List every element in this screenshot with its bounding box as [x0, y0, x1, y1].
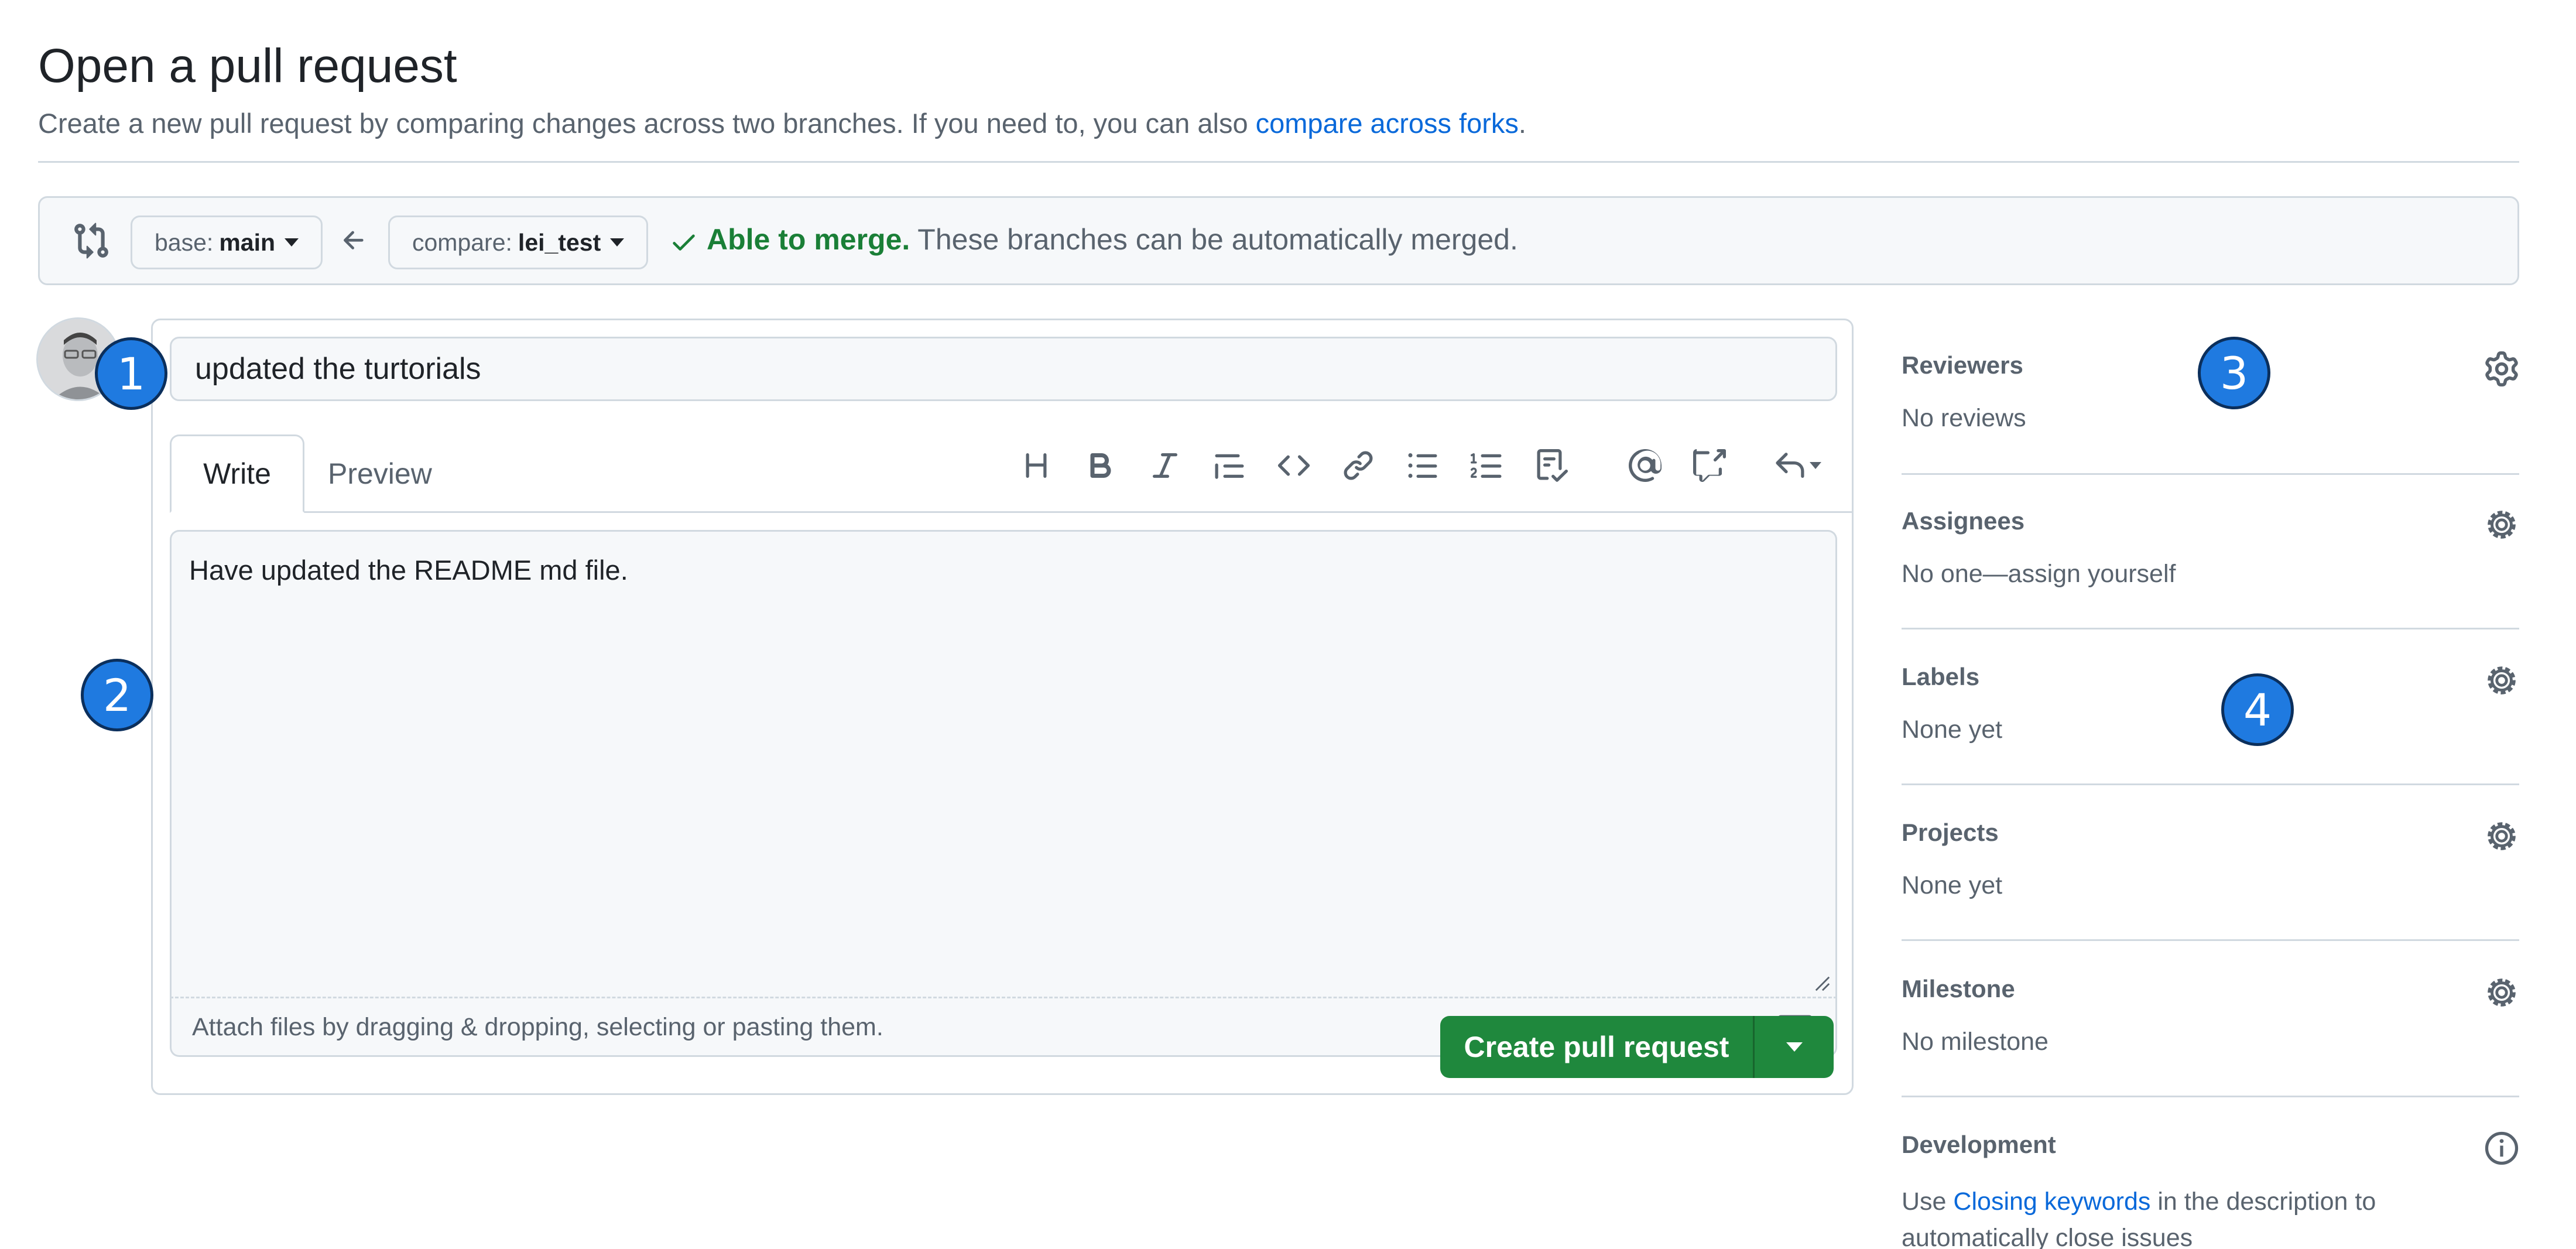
unordered-list-icon[interactable] — [1402, 445, 1443, 486]
gear-icon[interactable] — [2484, 663, 2519, 698]
git-compare-icon — [74, 223, 108, 259]
header-divider — [38, 161, 2519, 163]
page-title: Open a pull request — [38, 39, 457, 93]
chevron-down-icon — [610, 238, 625, 247]
annotation-badge-3: 3 — [2198, 337, 2270, 409]
ordered-list-icon[interactable] — [1467, 445, 1508, 486]
gear-icon[interactable] — [2484, 819, 2519, 854]
gear-icon[interactable] — [2484, 507, 2519, 542]
info-icon[interactable] — [2484, 1131, 2519, 1166]
annotation-badge-2: 2 — [81, 659, 153, 731]
chevron-down-icon — [1810, 462, 1821, 469]
sidebar-projects[interactable]: Projects None yet — [1902, 819, 2519, 936]
sidebar-development: Development Use Closing keywords in the … — [1902, 1131, 2519, 1249]
create-options-dropdown[interactable] — [1755, 1016, 1834, 1078]
sidebar-divider — [1902, 939, 2519, 941]
sidebar-title: Reviewers — [1902, 351, 2023, 379]
compare-forks-link[interactable]: compare across forks — [1256, 108, 1519, 139]
chevron-down-icon — [285, 238, 299, 247]
compare-bar: base: main compare: lei_test Able to merge… — [38, 196, 2519, 285]
development-description: Use Closing keywords in the description … — [1902, 1188, 2376, 1249]
reference-icon[interactable] — [1689, 445, 1730, 486]
sidebar-divider — [1902, 628, 2519, 629]
check-icon — [673, 234, 695, 251]
sidebar-title: Assignees — [1902, 507, 2025, 535]
sidebar-title: Milestone — [1902, 975, 2015, 1002]
sidebar-value: None yet — [1902, 716, 2003, 744]
resize-handle-icon[interactable] — [1814, 976, 1831, 992]
sidebar-assignees[interactable]: Assignees No one—assign yourself — [1902, 507, 2519, 624]
sidebar-divider — [1902, 1096, 2519, 1097]
pr-body-text[interactable]: Have updated the README md file. — [189, 554, 628, 586]
sidebar-value: No reviews — [1902, 404, 2026, 432]
pr-body-textarea[interactable]: Have updated the README md file. — [170, 530, 1837, 998]
sidebar-title: Projects — [1902, 819, 1999, 846]
bold-icon[interactable] — [1080, 445, 1121, 486]
annotation-badge-1: 1 — [95, 337, 167, 410]
sidebar-value: None yet — [1902, 871, 2003, 899]
italic-icon[interactable] — [1145, 445, 1186, 486]
sidebar-title: Labels — [1902, 663, 1980, 690]
code-icon[interactable] — [1273, 445, 1314, 486]
sidebar-milestone[interactable]: Milestone No milestone — [1902, 975, 2519, 1092]
attach-files-hint: Attach files by dragging & dropping, sel… — [192, 1013, 883, 1041]
sidebar-value[interactable]: No one—assign yourself — [1902, 560, 2176, 588]
page-subtitle: Create a new pull request by comparing c… — [38, 108, 1526, 139]
mention-icon[interactable] — [1625, 445, 1666, 486]
pr-title-input[interactable] — [170, 337, 1837, 401]
sidebar-title: Development — [1902, 1131, 2056, 1158]
chevron-down-icon — [1786, 1042, 1803, 1052]
undo-icon[interactable] — [1762, 445, 1832, 486]
gear-icon[interactable] — [2484, 351, 2519, 386]
base-branch-button[interactable]: base: main — [131, 215, 323, 269]
task-list-icon[interactable] — [1531, 445, 1572, 486]
closing-keywords-link[interactable]: Closing keywords — [1953, 1188, 2150, 1216]
arrow-left-icon — [344, 231, 364, 249]
sidebar-divider — [1902, 783, 2519, 785]
tab-write[interactable]: Write — [170, 434, 304, 513]
create-pull-request-button[interactable]: Create pull request — [1440, 1016, 1834, 1078]
sidebar-labels[interactable]: Labels None yet — [1902, 663, 2519, 780]
heading-icon[interactable] — [1016, 445, 1057, 486]
merge-status: Able to merge. These branches can be aut… — [669, 223, 1518, 256]
sidebar-value: No milestone — [1902, 1028, 2049, 1056]
sidebar-divider — [1902, 473, 2519, 475]
quote-icon[interactable] — [1209, 445, 1250, 486]
link-icon[interactable] — [1338, 445, 1379, 486]
tab-preview[interactable]: Preview — [328, 434, 432, 513]
annotation-badge-4: 4 — [2221, 673, 2294, 746]
gear-icon[interactable] — [2484, 975, 2519, 1010]
compare-branch-button[interactable]: compare: lei_test — [388, 215, 649, 269]
